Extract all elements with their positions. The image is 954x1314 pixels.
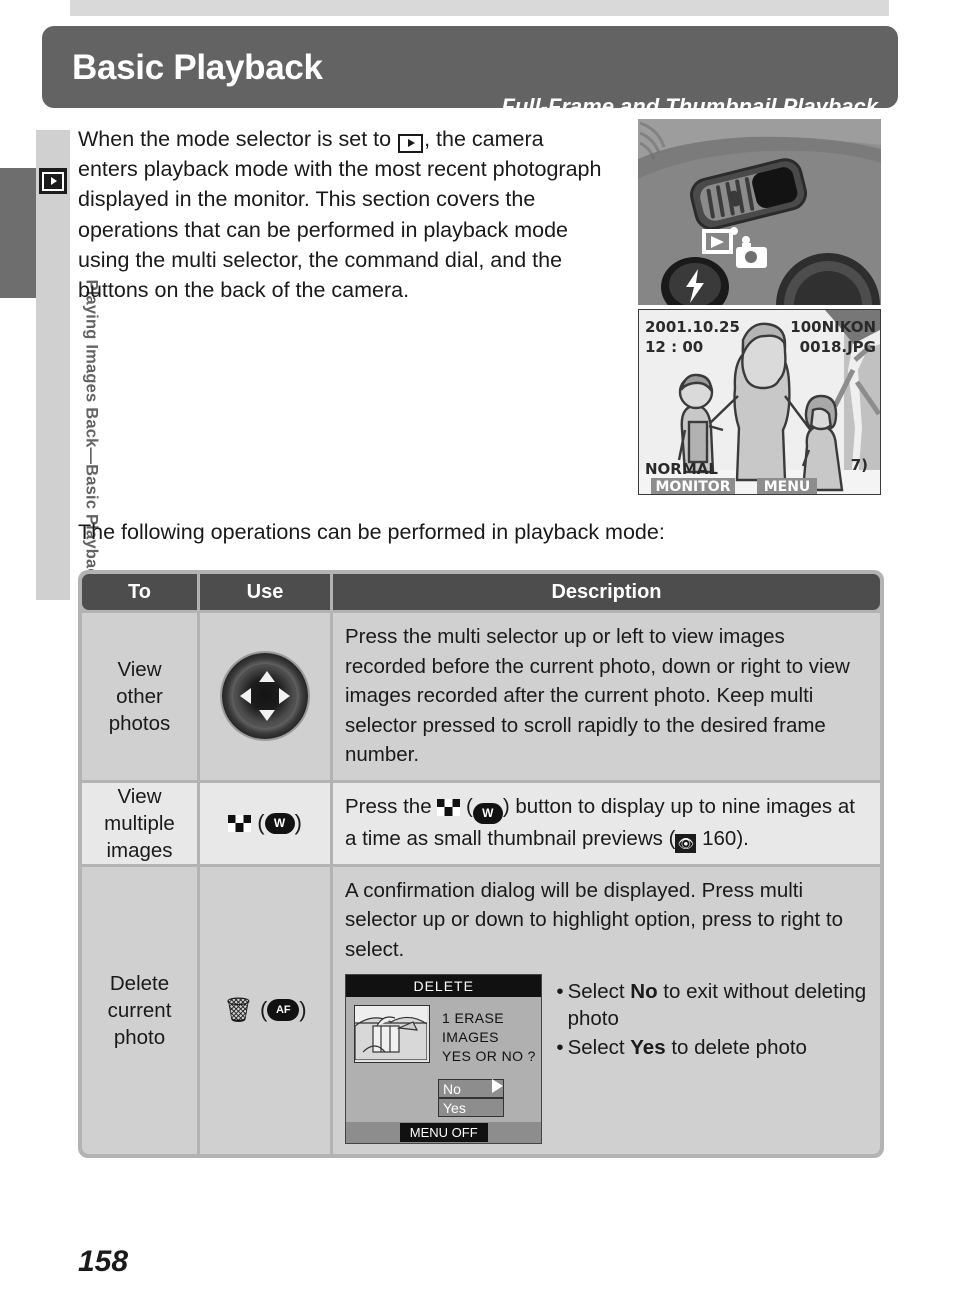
svg-text:NORMAL: NORMAL <box>645 460 718 478</box>
list-item-text: Select No to exit without deleting photo <box>568 978 868 1032</box>
dialog-photo-thumbnail <box>354 1005 430 1063</box>
page-top-band <box>70 0 889 16</box>
page-subtitle: Full-Frame and Thumbnail Playback <box>501 94 878 119</box>
dialog-footer: MENU OFF <box>346 1122 542 1143</box>
delete-confirmation-dialog-figure: DELETE 1 ERASE IMAGES YES OR NO ? No Yes… <box>345 974 543 1144</box>
multi-selector-icon <box>200 613 330 780</box>
page-number: 158 <box>78 1245 129 1278</box>
delete-options-list: • Select No to exit without deleting pho… <box>556 978 868 1061</box>
table-header-row: To Use Description <box>82 574 880 610</box>
bullet-bold: Yes <box>630 1036 666 1059</box>
w-button-icon: W <box>264 812 295 834</box>
list-item-text: Select Yes to delete photo <box>568 1034 807 1061</box>
desc-ref-page: 160 <box>702 826 737 850</box>
svg-text:MENU: MENU <box>764 479 811 494</box>
page-header: Basic Playback Full-Frame and Thumbnail … <box>42 26 898 119</box>
lead-in-text: The following operations can be performe… <box>78 520 665 544</box>
desc-pre: Press the <box>345 794 438 818</box>
bullet-post: to delete photo <box>665 1036 807 1059</box>
row-label-view-multiple-images: View multiple images <box>104 784 175 862</box>
playback-mode-icon <box>398 133 424 153</box>
svg-text:0018.JPG: 0018.JPG <box>800 338 876 356</box>
playback-icon <box>39 168 67 194</box>
row-description: Press the (W) button to display up to ni… <box>333 783 880 864</box>
svg-text:12 : 00: 12 : 00 <box>645 338 703 356</box>
intro-text-part2: , the camera enters playback mode with t… <box>78 127 602 303</box>
intro-text-part1: When the mode selector is set to <box>78 127 398 151</box>
row-description-text: A confirmation dialog will be displayed.… <box>345 878 843 961</box>
operations-table: To Use Description View other photos Press… <box>78 570 884 1158</box>
row-description: Press the multi selector up or left to v… <box>333 613 880 780</box>
chapter-side-tab: Playing Images Back—Basic Playback <box>36 130 101 600</box>
paren-open: ( <box>253 997 268 1023</box>
dialog-message-line1: 1 ERASE IMAGES <box>442 1010 504 1045</box>
row-label-delete-current-photo: Delete current photo <box>107 971 172 1049</box>
dialog-selection-arrow-icon <box>492 1079 503 1093</box>
row-description-text: Press the (W) button to display up to ni… <box>345 792 868 854</box>
dialog-title: DELETE <box>346 975 542 997</box>
intro-paragraph: When the mode selector is set to , the c… <box>78 124 606 305</box>
desc-post: ). <box>736 826 749 850</box>
column-header-description: Description <box>551 580 662 603</box>
paren-open: ( <box>251 810 265 835</box>
camera-mode-selector-photo <box>638 119 881 305</box>
manual-page: Playing Images Back—Basic Playback Basic… <box>0 0 954 1314</box>
see-reference-icon: 👁 <box>675 834 697 853</box>
table-row: View multiple images ( W ) Press the (W) b… <box>82 782 880 864</box>
thumbnail-icon <box>437 798 461 816</box>
row-label-view-other-photos: View other photos <box>108 657 171 735</box>
side-tab-marker <box>0 168 40 298</box>
paren-close: ) <box>299 997 307 1023</box>
svg-text:2001.10.25: 2001.10.25 <box>645 318 740 336</box>
paren-close: ) <box>294 810 302 835</box>
dialog-message: 1 ERASE IMAGES YES OR NO ? <box>442 1009 541 1066</box>
svg-text:100NIKON: 100NIKON <box>790 318 876 336</box>
bullet-bold: No <box>630 980 658 1003</box>
svg-text:7): 7) <box>851 456 868 474</box>
w-button-icon: W <box>472 802 503 824</box>
thumbnail-button-icon: ( W ) <box>200 783 330 864</box>
bullet-pre: Select <box>567 1036 631 1059</box>
bullet-pre: Select <box>567 980 631 1003</box>
bullet-dot: • <box>556 1036 564 1059</box>
trash-button-icon: 🗑 ( AF ) <box>200 867 330 1155</box>
trash-icon: 🗑 <box>223 996 254 1024</box>
dialog-message-line2: YES OR NO ? <box>442 1048 536 1064</box>
dialog-footer-label: MENU OFF <box>399 1123 488 1142</box>
dialog-option-yes[interactable]: Yes <box>438 1098 504 1117</box>
thumbnail-icon <box>228 814 252 832</box>
svg-text:MONITOR: MONITOR <box>656 479 731 494</box>
column-header-to: To <box>128 580 151 603</box>
table-row: View other photos Press the multi selector… <box>82 613 880 780</box>
page-title: Basic Playback <box>72 48 323 87</box>
row-description-text: Press the multi selector up or left to v… <box>345 625 850 766</box>
list-item: • Select No to exit without deleting pho… <box>556 978 868 1032</box>
af-button-icon: AF <box>267 999 300 1022</box>
bullet-dot: • <box>556 980 564 1003</box>
list-item: • Select Yes to delete photo <box>556 1034 868 1061</box>
camera-monitor-photo: 2001.10.25 12 : 00 100NIKON 0018.JPG NOR… <box>638 309 881 495</box>
table-row: Delete current photo 🗑 ( AF ) A confirmati… <box>82 866 880 1155</box>
row-description: A confirmation dialog will be displayed.… <box>333 867 880 1155</box>
column-header-use: Use <box>246 580 284 603</box>
